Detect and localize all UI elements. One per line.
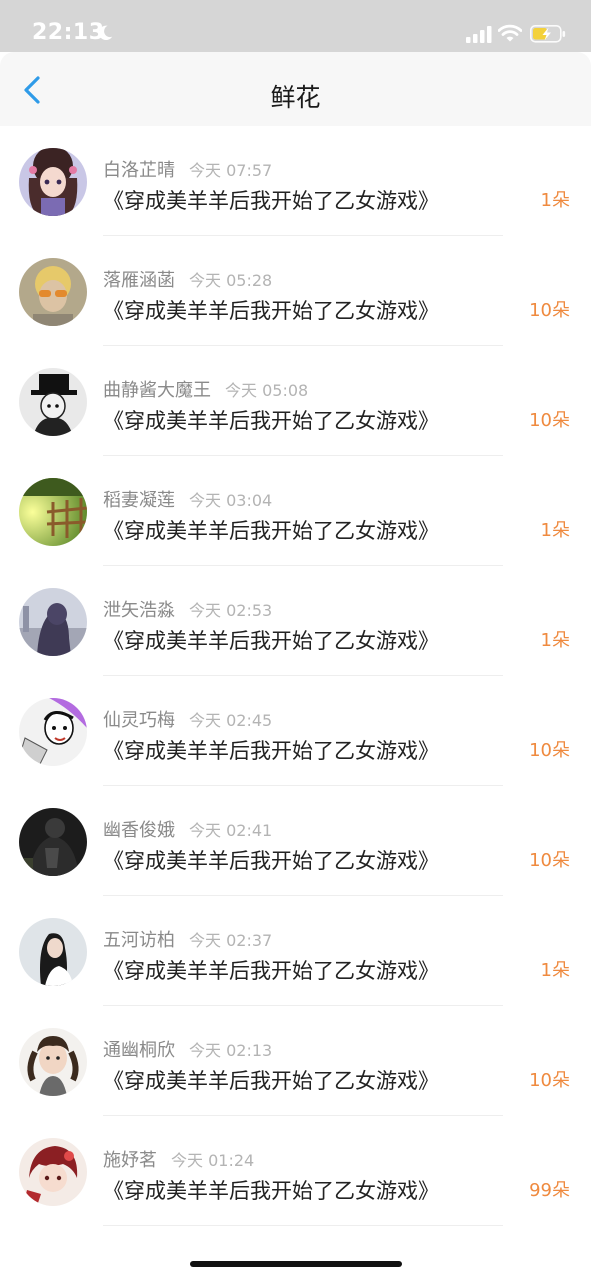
sent-time: 今天 02:53 [189, 601, 273, 620]
flower-count: 99朵 [529, 1180, 570, 1201]
sender-name: 仙灵巧梅 今天 02:45 [103, 706, 272, 732]
battery-charging-icon [530, 25, 566, 43]
book-title: 《穿成美羊羊后我开始了乙女游戏》 [103, 849, 439, 873]
sender-name-text: 曲静酱大魔王 [103, 380, 211, 401]
sender-name: 五河访柏 今天 02:37 [103, 926, 272, 952]
sender-name-text: 白洛芷晴 [103, 160, 175, 181]
avatar[interactable] [19, 698, 87, 766]
list-item[interactable]: 仙灵巧梅 今天 02:45 《穿成美羊羊后我开始了乙女游戏》 10朵 [0, 676, 591, 786]
sent-time: 今天 01:24 [171, 1151, 255, 1170]
status-bar: 22:13 [0, 0, 591, 52]
signal-icon [466, 26, 492, 43]
status-time: 22:13 [32, 20, 105, 45]
book-title: 《穿成美羊羊后我开始了乙女游戏》 [103, 299, 439, 323]
book-title: 《穿成美羊羊后我开始了乙女游戏》 [103, 959, 439, 983]
avatar[interactable] [19, 478, 87, 546]
sent-time: 今天 03:04 [189, 491, 273, 510]
sender-name-text: 幽香俊娥 [103, 820, 175, 841]
book-title: 《穿成美羊羊后我开始了乙女游戏》 [103, 409, 439, 433]
avatar[interactable] [19, 368, 87, 436]
home-indicator[interactable] [190, 1261, 402, 1267]
book-title: 《穿成美羊羊后我开始了乙女游戏》 [103, 629, 439, 653]
list-item[interactable]: 落雁涵菡 今天 05:28 《穿成美羊羊后我开始了乙女游戏》 10朵 [0, 236, 591, 346]
flower-count: 10朵 [529, 850, 570, 871]
divider [103, 1225, 503, 1226]
sent-time: 今天 02:41 [189, 821, 273, 840]
book-title: 《穿成美羊羊后我开始了乙女游戏》 [103, 519, 439, 543]
flower-count: 1朵 [540, 190, 570, 211]
sender-name: 幽香俊娥 今天 02:41 [103, 816, 272, 842]
sender-name-text: 稻妻凝莲 [103, 490, 175, 511]
flower-count: 10朵 [529, 740, 570, 761]
book-title: 《穿成美羊羊后我开始了乙女游戏》 [103, 1069, 439, 1093]
sender-name: 曲静酱大魔王 今天 05:08 [103, 376, 308, 402]
book-title: 《穿成美羊羊后我开始了乙女游戏》 [103, 189, 439, 213]
flower-count: 1朵 [540, 630, 570, 651]
list-item[interactable]: 曲静酱大魔王 今天 05:08 《穿成美羊羊后我开始了乙女游戏》 10朵 [0, 346, 591, 456]
flower-count: 10朵 [529, 1070, 570, 1091]
avatar[interactable] [19, 918, 87, 986]
list-item[interactable]: 稻妻凝莲 今天 03:04 《穿成美羊羊后我开始了乙女游戏》 1朵 [0, 456, 591, 566]
sender-name-text: 施妤茗 [103, 1150, 157, 1171]
sender-name-text: 仙灵巧梅 [103, 710, 175, 731]
sender-name: 通幽桐欣 今天 02:13 [103, 1036, 272, 1062]
list-item[interactable]: 五河访柏 今天 02:37 《穿成美羊羊后我开始了乙女游戏》 1朵 [0, 896, 591, 1006]
avatar[interactable] [19, 148, 87, 216]
avatar[interactable] [19, 258, 87, 326]
flower-count: 1朵 [540, 520, 570, 541]
sent-time: 今天 02:13 [189, 1041, 273, 1060]
list-item[interactable]: 施妤茗 今天 01:24 《穿成美羊羊后我开始了乙女游戏》 99朵 [0, 1116, 591, 1226]
flower-list[interactable]: 白洛芷晴今天 07:57 《穿成美羊羊后我开始了乙女游戏》 1朵 白洛芷晴今天 … [0, 126, 591, 1280]
sender-name: 泄矢浩淼 今天 02:53 [103, 596, 272, 622]
avatar[interactable] [19, 808, 87, 876]
avatar[interactable] [19, 1138, 87, 1206]
avatar[interactable] [19, 588, 87, 656]
page-title: 鲜花 [270, 83, 321, 112]
list-item[interactable]: 泄矢浩淼 今天 02:53 《穿成美羊羊后我开始了乙女游戏》 1朵 [0, 566, 591, 676]
avatar[interactable] [19, 1028, 87, 1096]
wifi-icon [498, 24, 522, 42]
sender-name: 落雁涵菡 今天 05:28 [103, 266, 272, 292]
list-item[interactable]: 通幽桐欣 今天 02:13 《穿成美羊羊后我开始了乙女游戏》 10朵 [0, 1006, 591, 1116]
sender-name: 白洛芷晴 今天 07:57 [103, 156, 272, 182]
sender-name: 施妤茗 今天 01:24 [103, 1146, 254, 1172]
sender-name-text: 五河访柏 [103, 930, 175, 951]
flower-count: 1朵 [540, 960, 570, 981]
sent-time: 今天 07:57 [189, 161, 273, 180]
sent-time: 今天 05:08 [225, 381, 309, 400]
sent-time: 今天 02:45 [189, 711, 273, 730]
sent-time: 今天 02:37 [189, 931, 273, 950]
book-title: 《穿成美羊羊后我开始了乙女游戏》 [103, 1179, 439, 1203]
sent-time: 今天 05:28 [189, 271, 273, 290]
flower-count: 10朵 [529, 410, 570, 431]
sender-name-text: 泄矢浩淼 [103, 600, 175, 621]
list-item[interactable]: 幽香俊娥 今天 02:41 《穿成美羊羊后我开始了乙女游戏》 10朵 [0, 786, 591, 896]
nav-header: 鲜花 [0, 52, 591, 126]
list-item[interactable]: 白洛芷晴 今天 07:57 《穿成美羊羊后我开始了乙女游戏》 1朵 [0, 126, 591, 236]
flower-count: 10朵 [529, 300, 570, 321]
sender-name-text: 通幽桐欣 [103, 1040, 175, 1061]
sender-name: 稻妻凝莲 今天 03:04 [103, 486, 272, 512]
moon-icon [98, 25, 113, 41]
sender-name-text: 落雁涵菡 [103, 270, 175, 291]
book-title: 《穿成美羊羊后我开始了乙女游戏》 [103, 739, 439, 763]
flower-list-items: 白洛芷晴今天 07:57 《穿成美羊羊后我开始了乙女游戏》 1朵 白洛芷晴今天 … [0, 126, 591, 1226]
